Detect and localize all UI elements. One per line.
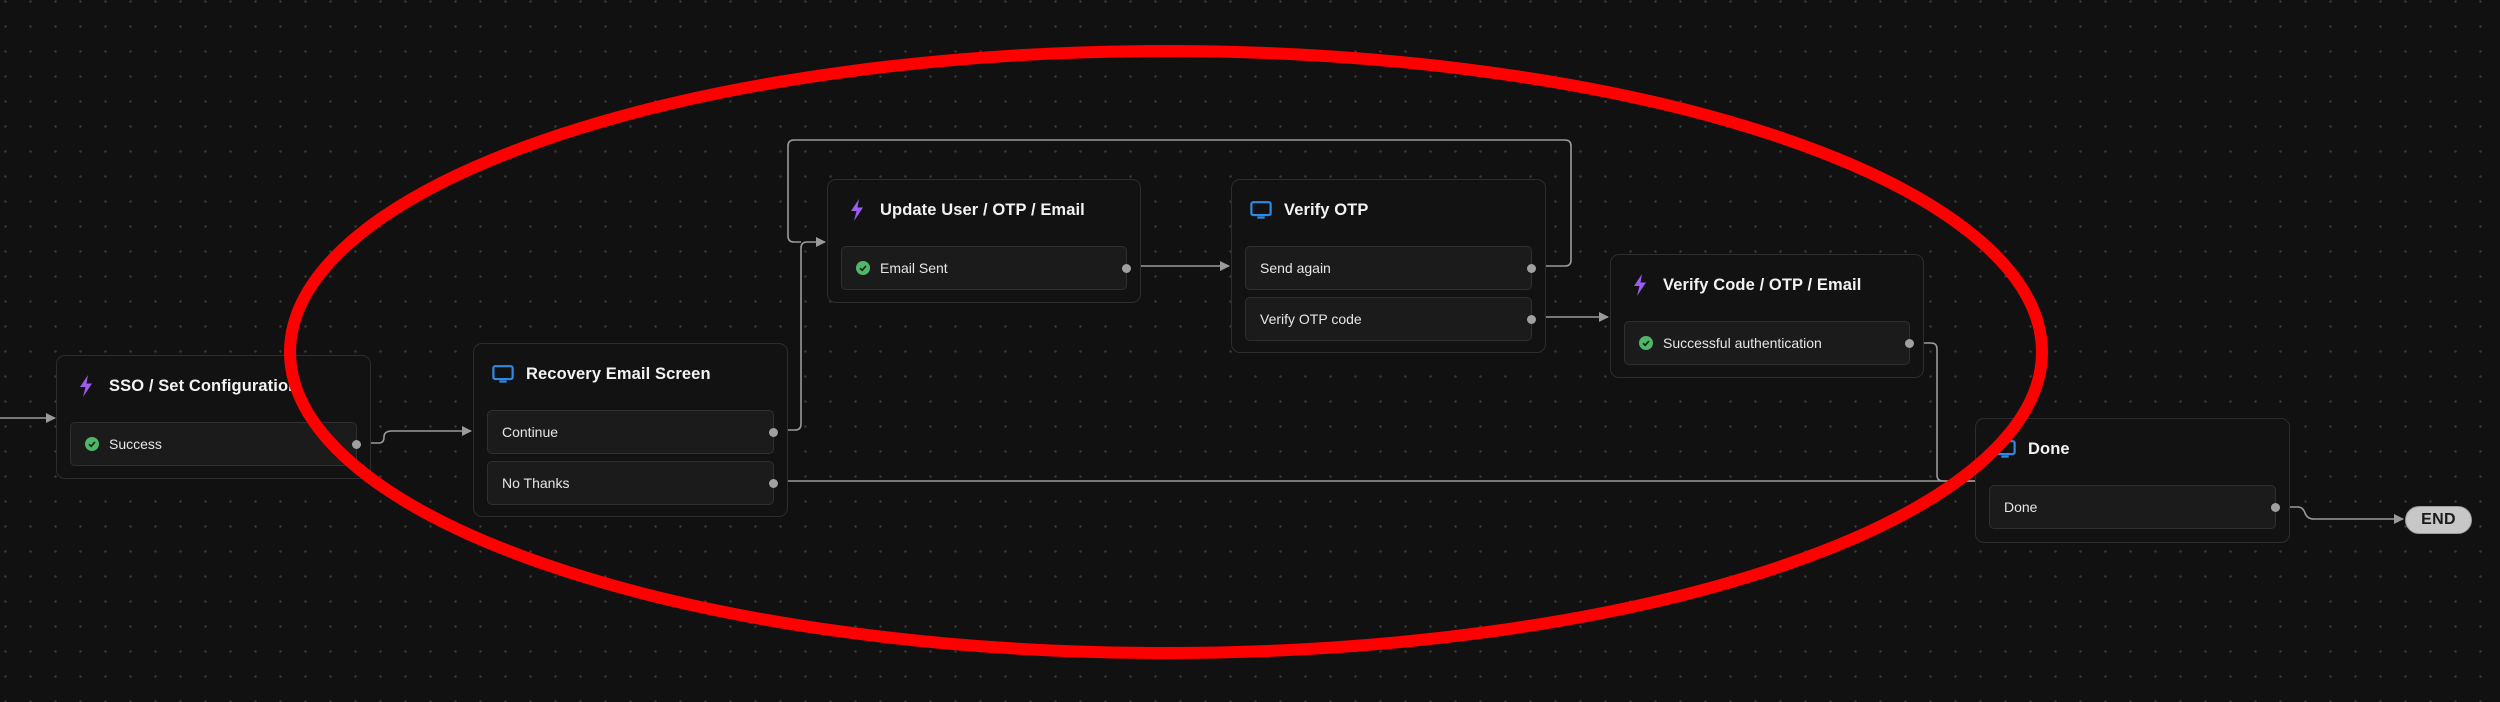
output-continue[interactable]: Continue: [487, 410, 778, 454]
check-circle-icon: [1639, 336, 1653, 350]
node-verify-otp[interactable]: Verify OTP Send again Verify OTP code: [1231, 179, 1546, 353]
output-label: No Thanks: [502, 475, 570, 491]
node-sso-set-configuration[interactable]: SSO / Set Configuration Success: [56, 355, 371, 479]
end-node[interactable]: END: [2405, 506, 2472, 534]
node-done[interactable]: Done Done: [1975, 418, 2290, 543]
output-handle[interactable]: [1122, 263, 1131, 273]
output-label: Successful authentication: [1663, 335, 1822, 351]
node-title: Update User / OTP / Email: [880, 200, 1085, 219]
output-handle[interactable]: [352, 439, 361, 449]
monitor-icon: [492, 363, 514, 385]
node-header: Update User / OTP / Email: [846, 196, 1085, 224]
edge-done-to-end: [2276, 506, 2404, 524]
output-handle[interactable]: [2271, 502, 2280, 512]
output-label: Success: [109, 436, 162, 452]
node-title: Recovery Email Screen: [526, 364, 711, 383]
monitor-icon: [1994, 438, 2016, 460]
output-no-thanks[interactable]: No Thanks: [487, 461, 778, 505]
node-recovery-email-screen[interactable]: Recovery Email Screen Continue No Thanks: [473, 343, 788, 517]
output-label: Email Sent: [880, 260, 948, 276]
check-circle-icon: [856, 261, 870, 275]
node-title: Done: [2028, 439, 2070, 458]
output-done[interactable]: Done: [1989, 485, 2280, 529]
node-header: SSO / Set Configuration: [75, 372, 298, 400]
node-update-user-otp-email[interactable]: Update User / OTP / Email Email Sent: [827, 179, 1141, 303]
check-circle-icon: [85, 437, 99, 451]
output-send-again[interactable]: Send again: [1245, 246, 1536, 290]
output-label: Done: [2004, 499, 2038, 515]
node-header: Recovery Email Screen: [492, 360, 711, 388]
output-verify-otp-code[interactable]: Verify OTP code: [1245, 297, 1536, 341]
output-email-sent[interactable]: Email Sent: [841, 246, 1131, 290]
output-handle[interactable]: [1527, 263, 1536, 273]
output-handle[interactable]: [769, 427, 778, 437]
output-label: Send again: [1260, 260, 1331, 276]
node-title: Verify Code / OTP / Email: [1663, 275, 1862, 294]
node-title: Verify OTP: [1284, 200, 1369, 219]
output-handle[interactable]: [769, 478, 778, 488]
node-header: Verify Code / OTP / Email: [1629, 271, 1861, 299]
output-successful-authentication[interactable]: Successful authentication: [1624, 321, 1914, 365]
lightning-bolt-icon: [1629, 274, 1651, 296]
node-header: Done: [1994, 435, 2070, 463]
node-title: SSO / Set Configuration: [109, 376, 299, 395]
output-success[interactable]: Success: [70, 422, 361, 466]
lightning-bolt-icon: [846, 199, 868, 221]
edge-sso-success-to-recovery: [357, 426, 472, 444]
monitor-icon: [1250, 199, 1272, 221]
output-label: Continue: [502, 424, 559, 440]
output-handle[interactable]: [1527, 314, 1536, 324]
node-verify-code-otp-email[interactable]: Verify Code / OTP / Email Successful aut…: [1610, 254, 1924, 378]
lightning-bolt-icon: [75, 375, 97, 397]
end-label: END: [2421, 511, 2456, 528]
output-handle[interactable]: [1905, 338, 1914, 348]
node-header: Verify OTP: [1250, 196, 1368, 224]
output-label: Verify OTP code: [1260, 311, 1362, 327]
